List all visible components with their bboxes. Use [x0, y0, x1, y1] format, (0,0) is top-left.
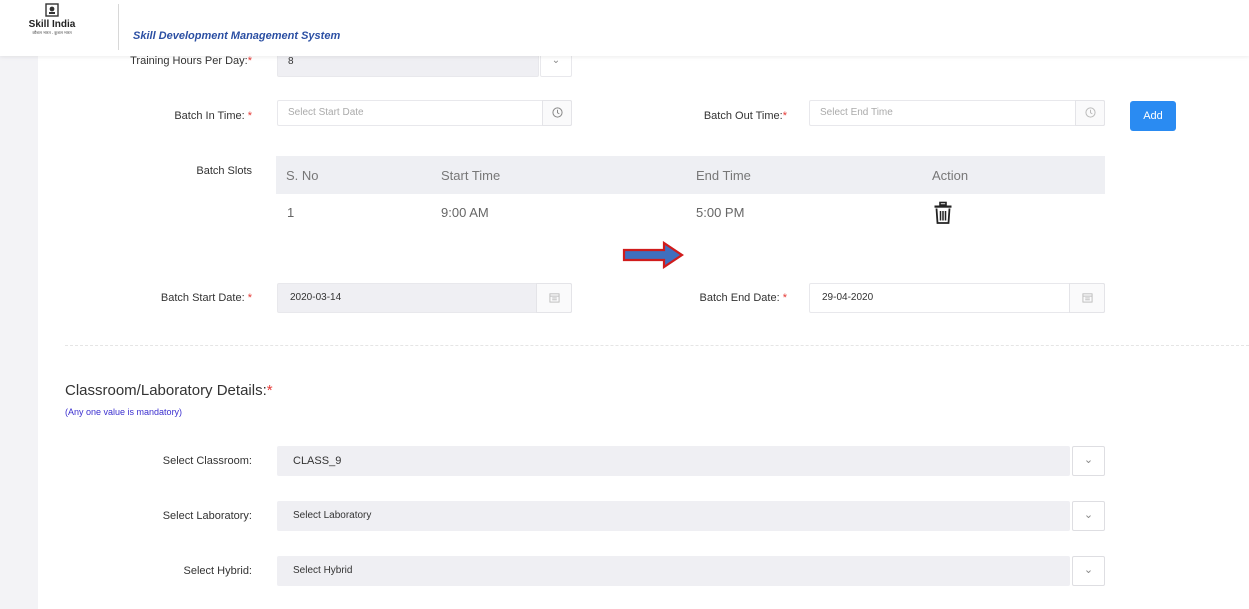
- logo-tagline: कौशल भारत - कुशल भारत: [32, 30, 72, 35]
- clock-icon[interactable]: [1075, 100, 1105, 126]
- trash-icon[interactable]: [933, 201, 953, 225]
- training-hours-label: Training Hours Per Day:*: [130, 55, 252, 67]
- classroom-section-title: Classroom/Laboratory Details:*: [65, 382, 273, 399]
- chevron-down-icon[interactable]: ⌄: [1072, 501, 1105, 531]
- section-note: (Any one value is mandatory): [65, 407, 183, 417]
- classroom-select[interactable]: CLASS_9: [277, 446, 1070, 476]
- batch-in-time-input[interactable]: Select Start Date: [277, 100, 572, 126]
- app-title: Skill Development Management System: [133, 30, 341, 42]
- chevron-down-icon: ⌄: [551, 55, 561, 66]
- clock-icon[interactable]: [542, 100, 572, 126]
- skill-india-logo[interactable]: Skill India कौशल भारत - कुशल भारत: [24, 3, 80, 43]
- section-divider: [65, 345, 1249, 346]
- chevron-down-icon[interactable]: ⌄: [1072, 446, 1105, 476]
- required-mark: *: [247, 55, 252, 67]
- cell-start-time: 9:00 AM: [441, 205, 489, 220]
- batch-slots-table-header: S. No Start Time End Time Action: [276, 156, 1105, 194]
- required-mark: *: [247, 292, 252, 304]
- chevron-down-icon[interactable]: ⌄: [1072, 556, 1105, 586]
- batch-slots-label: Batch Slots: [196, 165, 252, 177]
- select-hybrid-label: Select Hybrid:: [183, 565, 252, 577]
- batch-start-date-input[interactable]: 2020-03-14: [277, 283, 572, 313]
- required-mark: *: [782, 292, 787, 304]
- batch-end-date-input[interactable]: 29-04-2020: [809, 283, 1105, 313]
- batch-end-date-label: Batch End Date: *: [699, 292, 787, 304]
- column-header-end-time: End Time: [696, 168, 751, 183]
- column-header-start-time: Start Time: [441, 168, 501, 183]
- required-mark: *: [247, 110, 252, 122]
- required-mark: *: [266, 382, 273, 399]
- required-mark: *: [782, 110, 787, 122]
- cell-sno: 1: [287, 205, 295, 220]
- calendar-icon[interactable]: [536, 283, 572, 313]
- emblem-icon: [45, 3, 59, 17]
- batch-out-time-input[interactable]: Select End Time: [809, 100, 1105, 126]
- batch-in-time-label: Batch In Time: *: [174, 110, 252, 122]
- logo-text: Skill India: [28, 19, 76, 30]
- calendar-icon[interactable]: [1069, 283, 1105, 313]
- select-classroom-label: Select Classroom:: [162, 455, 252, 467]
- header-divider: [118, 4, 119, 50]
- laboratory-select[interactable]: Select Laboratory: [277, 501, 1070, 531]
- add-slot-button[interactable]: Add: [1130, 101, 1176, 131]
- hybrid-select[interactable]: Select Hybrid: [277, 556, 1070, 586]
- select-laboratory-label: Select Laboratory:: [162, 510, 252, 522]
- right-arrow-annotation: [622, 241, 684, 269]
- cell-end-time: 5:00 PM: [696, 205, 745, 220]
- column-header-sno: S. No: [286, 168, 319, 183]
- batch-start-date-label: Batch Start Date: *: [160, 292, 252, 304]
- batch-out-time-label: Batch Out Time:*: [703, 110, 787, 122]
- column-header-action: Action: [932, 168, 969, 183]
- app-header: Skill India कौशल भारत - कुशल भारत Skill …: [0, 0, 1249, 56]
